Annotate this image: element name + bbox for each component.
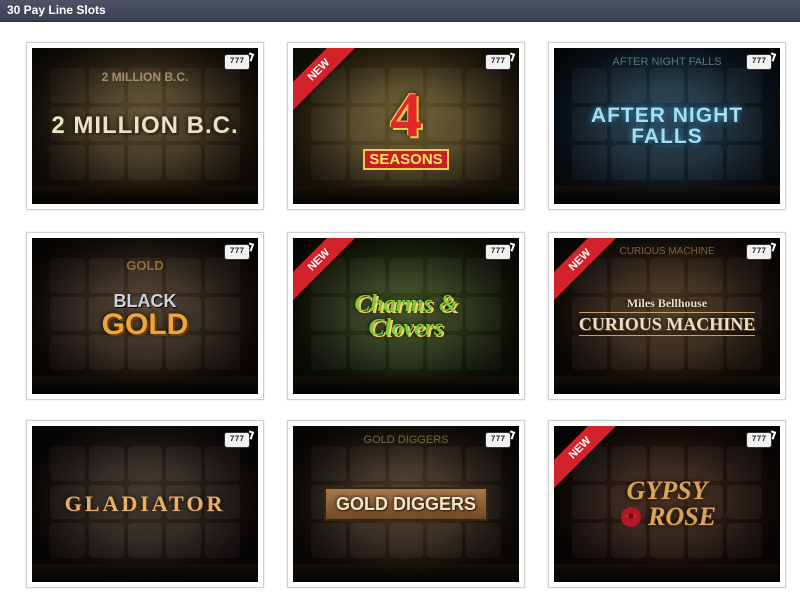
game-top-text: 2 MILLION B.C.	[101, 70, 189, 84]
game-tile-charms-and-clovers[interactable]: Charms & Clovers NEW 777	[287, 232, 525, 400]
game-grid: 2 MILLION B.C. 2 MILLION B.C. 777 4 SEAS…	[0, 22, 800, 601]
new-ribbon-label: NEW	[554, 238, 623, 303]
mobile-icon: 777	[224, 54, 250, 70]
game-tile-gladiator[interactable]: GLADIATOR 777	[26, 420, 264, 588]
game-thumbnail: GOLD BLACK GOLD 777	[32, 238, 258, 394]
new-ribbon-label: NEW	[554, 426, 623, 491]
new-ribbon-label: NEW	[293, 48, 362, 113]
new-ribbon: NEW	[293, 48, 363, 118]
mobile-icon: 777	[485, 432, 511, 448]
game-thumbnail: AFTER NIGHT FALLS AFTER NIGHT FALLS 777	[554, 48, 780, 204]
mobile-icon: 777	[746, 54, 772, 70]
new-ribbon: NEW	[554, 426, 624, 496]
game-tile-gold-diggers[interactable]: GOLD DIGGERS GOLD DIGGERS 777	[287, 420, 525, 588]
game-top-text: GOLD	[126, 258, 164, 273]
game-tile-black-gold[interactable]: GOLD BLACK GOLD 777	[26, 232, 264, 400]
mobile-icon: 777	[485, 54, 511, 70]
game-thumbnail: GLADIATOR 777	[32, 426, 258, 582]
game-tile-2-million-bc[interactable]: 2 MILLION B.C. 2 MILLION B.C. 777	[26, 42, 264, 210]
game-thumbnail: GYPSY ROSE NEW 777	[554, 426, 780, 582]
game-thumbnail: Charms & Clovers NEW 777	[293, 238, 519, 394]
mobile-icon: 777	[485, 244, 511, 260]
game-tile-after-night-falls[interactable]: AFTER NIGHT FALLS AFTER NIGHT FALLS 777	[548, 42, 786, 210]
mobile-icon: 777	[746, 432, 772, 448]
mobile-icon: 777	[224, 244, 250, 260]
game-thumbnail: 4 SEASONS NEW 777	[293, 48, 519, 204]
game-tile-4-seasons[interactable]: 4 SEASONS NEW 777	[287, 42, 525, 210]
mobile-icon: 777	[746, 244, 772, 260]
new-ribbon: NEW	[293, 238, 363, 308]
game-tile-gypsy-rose[interactable]: GYPSY ROSE NEW 777	[548, 420, 786, 588]
game-thumbnail: GOLD DIGGERS GOLD DIGGERS 777	[293, 426, 519, 582]
game-tile-curious-machine[interactable]: CURIOUS MACHINE Miles Bellhouse CURIOUS …	[548, 232, 786, 400]
game-thumbnail: 2 MILLION B.C. 2 MILLION B.C. 777	[32, 48, 258, 204]
mobile-icon: 777	[224, 432, 250, 448]
new-ribbon: NEW	[554, 238, 624, 308]
page-title: 30 Pay Line Slots	[7, 3, 106, 17]
game-thumbnail: CURIOUS MACHINE Miles Bellhouse CURIOUS …	[554, 238, 780, 394]
page-header: 30 Pay Line Slots	[0, 0, 800, 22]
new-ribbon-label: NEW	[293, 238, 362, 303]
